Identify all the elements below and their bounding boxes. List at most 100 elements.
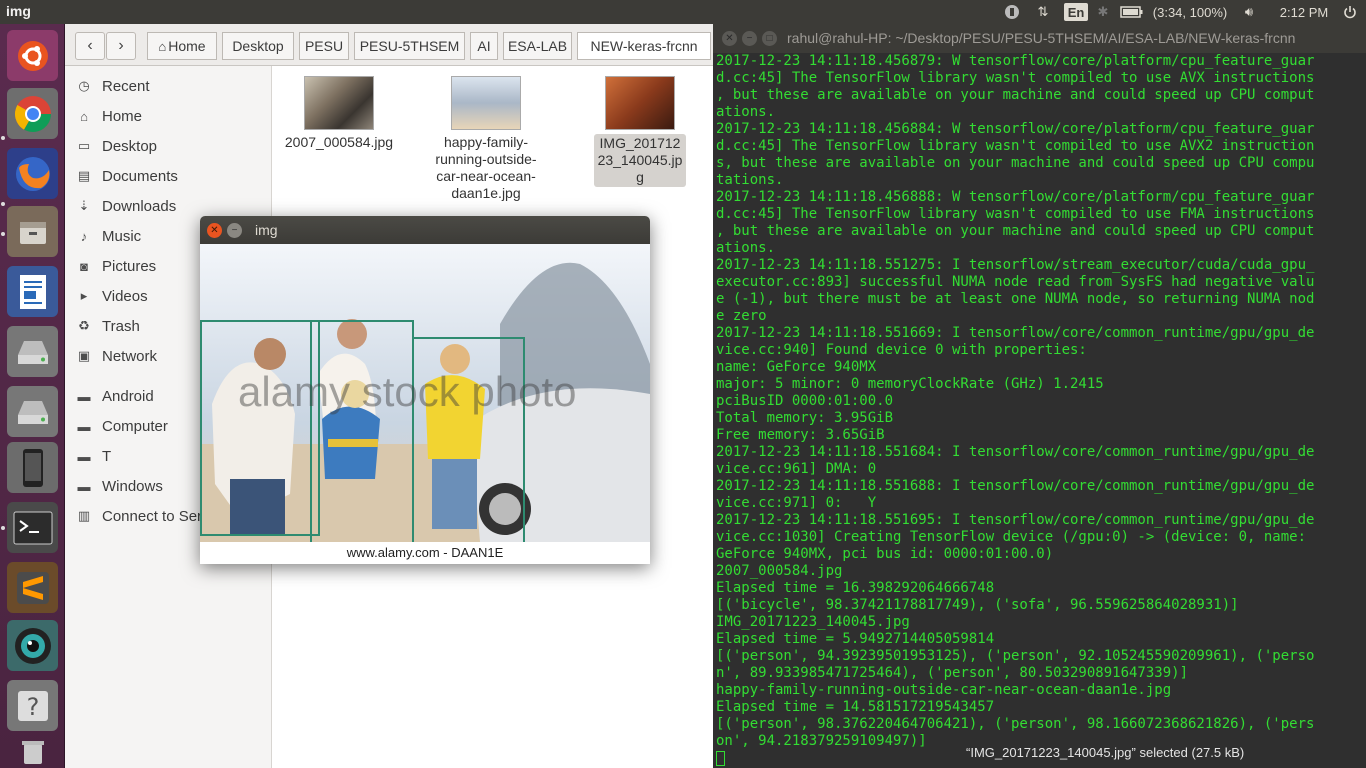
minimize-button[interactable]: −: [227, 223, 242, 238]
top-panel: img ⇅ En ✱ (3:34, 100%) 🔊︎ 2:12 PM: [0, 0, 1366, 24]
chevron-left-icon: ‹: [87, 37, 93, 54]
image-viewer-window: ✕ − img alamy stock photo www.alamy.com …: [200, 216, 650, 564]
terminal-line: 2017-12-23 14:11:18.456884: W tensorflow…: [716, 121, 1315, 137]
close-icon: ✕: [210, 225, 219, 236]
terminal-line: [('person', 94.39239501953125), ('person…: [716, 648, 1315, 664]
battery-status-text[interactable]: (3:34, 100%): [1148, 3, 1232, 21]
network-icon[interactable]: ⇅: [1032, 3, 1054, 21]
maximize-button[interactable]: □: [762, 31, 777, 46]
sidebar-item-desktop[interactable]: ▭ Desktop: [75, 134, 270, 158]
terminal-output[interactable]: 2017-12-23 14:11:18.456879: W tensorflow…: [716, 53, 1366, 768]
file-thumbnail: [451, 76, 521, 130]
terminal-line: [('bicycle', 98.37421178817749), ('sofa'…: [716, 597, 1239, 613]
sidebar-item-label: Trash: [102, 317, 140, 335]
updates-icon[interactable]: [1002, 3, 1022, 21]
terminal-line: executor.cc:893] successful NUMA node re…: [716, 274, 1315, 290]
hard-drive-icon[interactable]: [7, 386, 58, 437]
clock-icon: ◷: [78, 78, 90, 93]
sidebar-item-label: Home: [102, 107, 143, 125]
hard-drive-icon[interactable]: [7, 326, 58, 377]
battery-icon[interactable]: [1119, 3, 1145, 21]
download-icon: ⇣: [78, 198, 90, 213]
breadcrumb-ai[interactable]: AI: [470, 32, 498, 60]
volume-icon[interactable]: 🔊︎: [1238, 3, 1260, 21]
image-window-titlebar[interactable]: ✕ − img: [200, 216, 650, 244]
terminal-line: s, but these are available on your machi…: [716, 155, 1315, 171]
sidebar-item-label: T: [102, 447, 112, 465]
sidebar-item-label: Desktop: [102, 137, 158, 155]
terminal-line: d.cc:45] The TensorFlow library wasn't c…: [716, 206, 1315, 222]
sidebar-item-label: Network: [102, 347, 158, 365]
trash-icon[interactable]: [7, 734, 58, 768]
file-item-selected[interactable]: IMG_20171223_140045.jpg: [584, 76, 696, 187]
drive-icon: ▬: [77, 478, 91, 494]
help-icon[interactable]: ?: [7, 680, 58, 731]
sidebar-item-label: Videos: [102, 287, 148, 305]
drive-icon: ▬: [77, 388, 91, 404]
breadcrumb-pesu-5thsem[interactable]: PESU-5THSEM: [354, 32, 465, 60]
terminal-line: IMG_20171223_140045.jpg: [716, 614, 910, 630]
sidebar-item-documents[interactable]: ▤ Documents: [75, 164, 270, 188]
minimize-button[interactable]: −: [742, 31, 757, 46]
sidebar-item-home[interactable]: ⌂ Home: [75, 104, 270, 128]
close-button[interactable]: ✕: [207, 223, 222, 238]
sidebar-item-recent[interactable]: ◷ Recent: [75, 74, 270, 98]
file-name: IMG_20171223_140045.jpg: [594, 134, 686, 187]
breadcrumb-pesu[interactable]: PESU: [299, 32, 349, 60]
clock[interactable]: 2:12 PM: [1274, 3, 1334, 21]
file-manager-status: “IMG_20171223_140045.jpg” selected (27.5…: [966, 745, 1245, 760]
watermark-text: alamy stock photo: [238, 368, 577, 415]
ubuntu-logo-icon[interactable]: [7, 30, 58, 81]
drive-icon: ▬: [77, 448, 91, 464]
app-title: img: [6, 3, 31, 19]
breadcrumb-label: Home: [168, 38, 206, 54]
chevron-right-icon: ›: [118, 37, 124, 54]
firefox-icon[interactable]: [7, 148, 58, 199]
file-item[interactable]: 2007_000584.jpg: [274, 76, 404, 151]
terminal-line: 2017-12-23 14:11:18.551688: I tensorflow…: [716, 478, 1315, 494]
terminal-line: vice.cc:971] 0: Y: [716, 495, 877, 511]
terminal-line: vice.cc:1030] Creating TensorFlow device…: [716, 529, 1307, 545]
terminal-line: Elapsed time = 16.398292064666748: [716, 580, 995, 596]
terminal-line: e zero: [716, 308, 767, 324]
terminal-line: Elapsed time = 5.9492714405059814: [716, 631, 995, 647]
sidebar-item-label: Documents: [102, 167, 178, 185]
back-button[interactable]: ‹: [75, 32, 105, 60]
sidebar-item-label: Android: [102, 387, 154, 405]
file-thumbnail: [304, 76, 374, 130]
bluetooth-icon[interactable]: ✱: [1095, 3, 1111, 21]
breadcrumb-new-keras-frcnn[interactable]: NEW-keras-frcnn: [577, 32, 711, 60]
file-name: 2007_000584.jpg: [284, 134, 394, 150]
terminal-line: , but these are available on your machin…: [716, 87, 1315, 103]
file-item[interactable]: happy-family-running-outside-car-near-oc…: [421, 76, 551, 202]
chrome-icon[interactable]: [7, 88, 58, 139]
detection-box: [200, 320, 320, 536]
terminal-line: 2017-12-23 14:11:18.456879: W tensorflow…: [716, 53, 1315, 69]
terminal-line: GeForce 940MX, pci bus id: 0000:01:00.0): [716, 546, 1054, 562]
close-button[interactable]: ✕: [722, 31, 737, 46]
minimize-icon: −: [231, 225, 238, 236]
document-icon: ▤: [77, 168, 91, 183]
sublime-text-icon[interactable]: [7, 562, 58, 613]
network-icon: ▣: [77, 348, 91, 363]
keyboard-layout-indicator[interactable]: En: [1064, 3, 1088, 21]
camera-lens-icon[interactable]: [7, 620, 58, 671]
terminal-icon[interactable]: [7, 502, 58, 553]
terminal-titlebar[interactable]: ✕ − □ rahul@rahul-HP: ~/Desktop/PESU/PES…: [713, 24, 1366, 53]
breadcrumb-esa-lab[interactable]: ESA-LAB: [503, 32, 572, 60]
sidebar-item-downloads[interactable]: ⇣ Downloads: [75, 194, 270, 218]
image-caption: www.alamy.com - DAAN1E: [200, 542, 650, 564]
terminal-line: 2017-12-23 14:11:18.551669: I tensorflow…: [716, 325, 1315, 341]
phone-icon[interactable]: [7, 442, 58, 493]
terminal-line: 2007_000584.jpg: [716, 563, 843, 579]
sidebar-item-label: Music: [102, 227, 142, 245]
power-icon[interactable]: [1340, 3, 1360, 21]
terminal-title: rahul@rahul-HP: ~/Desktop/PESU/PESU-5THS…: [787, 30, 1296, 46]
breadcrumb-desktop[interactable]: Desktop: [222, 32, 294, 60]
terminal-window: ✕ − □ rahul@rahul-HP: ~/Desktop/PESU/PES…: [713, 24, 1366, 768]
breadcrumb-home[interactable]: ⌂ Home: [147, 32, 217, 60]
close-icon: ✕: [725, 33, 734, 44]
libreoffice-writer-icon[interactable]: [7, 266, 58, 317]
forward-button[interactable]: ›: [106, 32, 136, 60]
file-manager-icon[interactable]: [7, 206, 58, 257]
